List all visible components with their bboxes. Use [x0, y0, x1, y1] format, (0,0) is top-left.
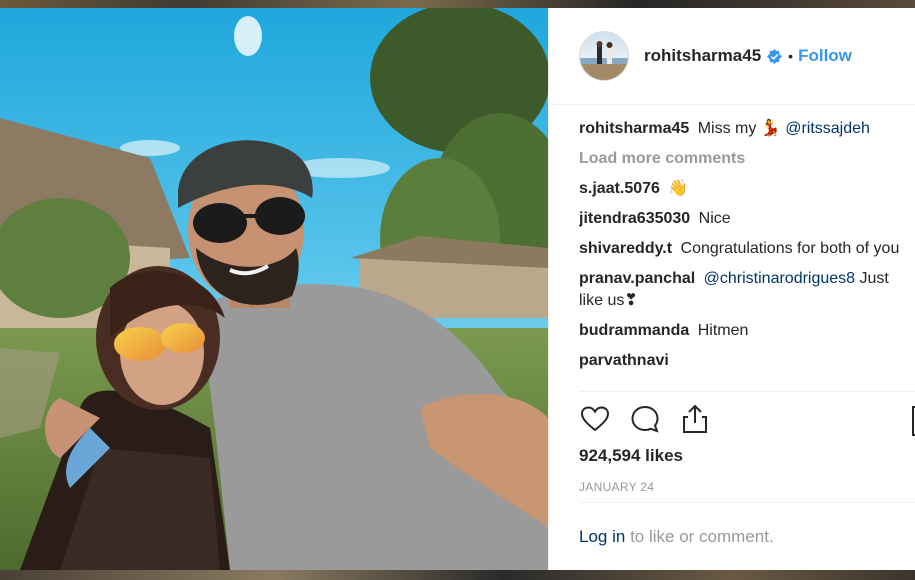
post-date: JANUARY 24 — [579, 480, 655, 494]
post-details-panel: rohitsharma45 • Follow rohitsharma45 Mis… — [548, 8, 915, 570]
comment-username[interactable]: parvathnavi — [579, 352, 669, 369]
login-divider — [579, 502, 915, 503]
comment-text: Congratulations for both of you — [680, 240, 900, 257]
post-actions — [579, 403, 711, 435]
comment-icon[interactable] — [629, 403, 661, 435]
login-link[interactable]: Log in — [579, 527, 625, 546]
comment-text: Hitmen — [697, 322, 749, 339]
comment-username[interactable]: pranav.panchal — [579, 270, 695, 287]
comment-item: shivareddy.t Congratulations for both of… — [579, 238, 909, 260]
comment-item: pranav.panchal @christinarodrigues8 Just… — [579, 268, 909, 312]
background-feed-top — [0, 0, 915, 8]
post-author-username[interactable]: rohitsharma45 — [644, 46, 761, 66]
actions-divider — [579, 391, 915, 392]
comment-item: parvathnavi — [579, 350, 909, 372]
comment-text: 👋 — [668, 180, 689, 197]
caption-username[interactable]: rohitsharma45 — [579, 120, 689, 137]
avatar-image — [580, 41, 628, 80]
comment-text: Nice — [698, 210, 731, 227]
caption-mention[interactable]: @ritssajdeh — [785, 120, 870, 137]
comment-item: s.jaat.5076 👋 — [579, 178, 909, 200]
comment-username[interactable]: s.jaat.5076 — [579, 180, 660, 197]
comment-username[interactable]: jitendra635030 — [579, 210, 690, 227]
caption-text: Miss my 💃 — [697, 120, 781, 137]
comment-mention[interactable]: @christinarodrigues8 — [704, 270, 855, 287]
post-photo[interactable] — [0, 8, 548, 570]
login-prompt-text: to like or comment. — [630, 527, 774, 546]
comment-item: budrammanda Hitmen — [579, 320, 909, 342]
comment-item: jitendra635030 Nice — [579, 208, 909, 230]
comment-username[interactable]: shivareddy.t — [579, 240, 672, 257]
login-prompt: Log in to like or comment. — [579, 527, 774, 547]
heart-icon[interactable] — [579, 403, 611, 435]
load-more-comments-button[interactable]: Load more comments — [579, 148, 909, 170]
verified-badge-icon — [767, 48, 783, 64]
separator-dot: • — [788, 48, 794, 64]
follow-button[interactable]: Follow — [798, 46, 852, 66]
post-modal: rohitsharma45 • Follow rohitsharma45 Mis… — [0, 8, 915, 570]
comments-list: rohitsharma45 Miss my 💃 @ritssajdeh Load… — [579, 118, 909, 388]
avatar[interactable] — [579, 31, 629, 81]
comment-username[interactable]: budrammanda — [579, 322, 689, 339]
post-header: rohitsharma45 • Follow — [549, 8, 915, 105]
share-icon[interactable] — [679, 403, 711, 435]
selfie-photo-illustration — [0, 8, 548, 570]
caption: rohitsharma45 Miss my 💃 @ritssajdeh — [579, 118, 909, 140]
like-count[interactable]: 924,594 likes — [579, 446, 683, 466]
background-feed-bottom — [0, 570, 915, 580]
